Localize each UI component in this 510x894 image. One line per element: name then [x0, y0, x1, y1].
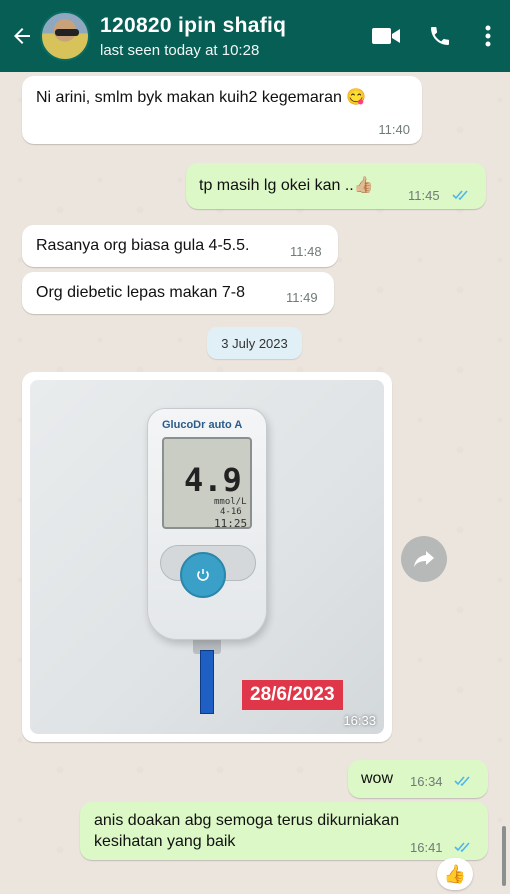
message-bubble-incoming[interactable]: Org diebetic lepas makan 7-8 11:49	[22, 272, 334, 314]
last-seen-status: last seen today at 10:28	[100, 41, 260, 59]
more-options-icon	[485, 25, 491, 47]
message-time: 16:33	[343, 713, 376, 728]
scrollbar-thumb[interactable]	[502, 826, 506, 886]
message-time: 11:49	[286, 290, 318, 305]
message-bubble-incoming[interactable]: Ni arini, smlm byk makan kuih2 kegemaran…	[22, 76, 422, 144]
message-bubble-outgoing[interactable]: wow 16:34	[348, 760, 488, 798]
test-strip	[200, 650, 214, 714]
image-message-bubble[interactable]: GlucoDr auto A 4.9 mmol/L 4-16 11:25 28/…	[22, 372, 392, 742]
message-time: 16:41	[410, 840, 443, 855]
message-reaction[interactable]: 👍	[437, 858, 473, 890]
photo-date-stamp: 28/6/2023	[242, 680, 343, 710]
phone-icon	[431, 27, 449, 45]
back-button[interactable]	[4, 0, 40, 72]
thumbs-up-emoji-icon: 👍🏼	[353, 177, 374, 194]
message-text: anis doakan abg semoga terus dikurniakan…	[94, 812, 400, 850]
chat-header: 120820 ipin shafiq last seen today at 10…	[0, 0, 510, 72]
date-separator: 3 July 2023	[207, 327, 302, 359]
video-call-button[interactable]	[366, 0, 406, 72]
avatar[interactable]	[40, 11, 90, 61]
more-options-button[interactable]	[474, 0, 502, 72]
message-time: 11:45	[408, 188, 440, 203]
meter-power-button	[180, 552, 226, 598]
video-call-icon	[372, 28, 400, 44]
double-tick-read-icon	[454, 842, 470, 853]
meter-brand: GlucoDr auto A	[162, 419, 243, 431]
message-time: 11:40	[378, 122, 410, 137]
message-bubble-outgoing[interactable]: anis doakan abg semoga terus dikurniakan…	[80, 802, 488, 860]
contact-info[interactable]: 120820 ipin shafiq last seen today at 10…	[100, 14, 366, 59]
double-tick-read-icon	[452, 190, 468, 201]
contact-name: 120820 ipin shafiq	[100, 13, 287, 37]
yum-emoji-icon: 😋	[346, 89, 367, 106]
glucose-meter: GlucoDr auto A 4.9 mmol/L 4-16 11:25	[147, 408, 267, 640]
message-bubble-incoming[interactable]: Rasanya org biasa gula 4-5.5. 11:48	[22, 225, 338, 267]
voice-call-button[interactable]	[420, 0, 460, 72]
back-arrow-icon	[14, 28, 30, 44]
message-text: Org diebetic lepas makan 7-8	[36, 284, 245, 301]
power-icon	[197, 569, 209, 581]
meter-screen: 4.9 mmol/L 4-16 11:25	[162, 437, 252, 530]
message-text: wow	[361, 770, 394, 787]
message-time: 16:34	[410, 774, 443, 789]
thumbs-up-reaction-icon: 👍	[443, 863, 467, 884]
message-text: Ni arini, smlm byk makan kuih2 kegemaran…	[36, 89, 367, 106]
glucose-meter-photo[interactable]: GlucoDr auto A 4.9 mmol/L 4-16 11:25 28/…	[30, 380, 384, 734]
meter-time: 11:25	[214, 517, 248, 530]
reading-unit: mmol/L	[214, 497, 247, 507]
forward-icon	[414, 551, 434, 567]
message-text: Rasanya org biasa gula 4-5.5.	[36, 237, 250, 254]
message-text: tp masih lg okei kan ..👍🏼	[199, 177, 374, 194]
message-time: 11:48	[290, 244, 322, 259]
meter-date: 4-16	[220, 507, 242, 517]
forward-button[interactable]	[401, 536, 447, 582]
double-tick-read-icon	[454, 776, 470, 787]
message-bubble-outgoing[interactable]: tp masih lg okei kan ..👍🏼 11:45	[186, 163, 486, 209]
glucose-reading: 4.9	[184, 461, 242, 499]
